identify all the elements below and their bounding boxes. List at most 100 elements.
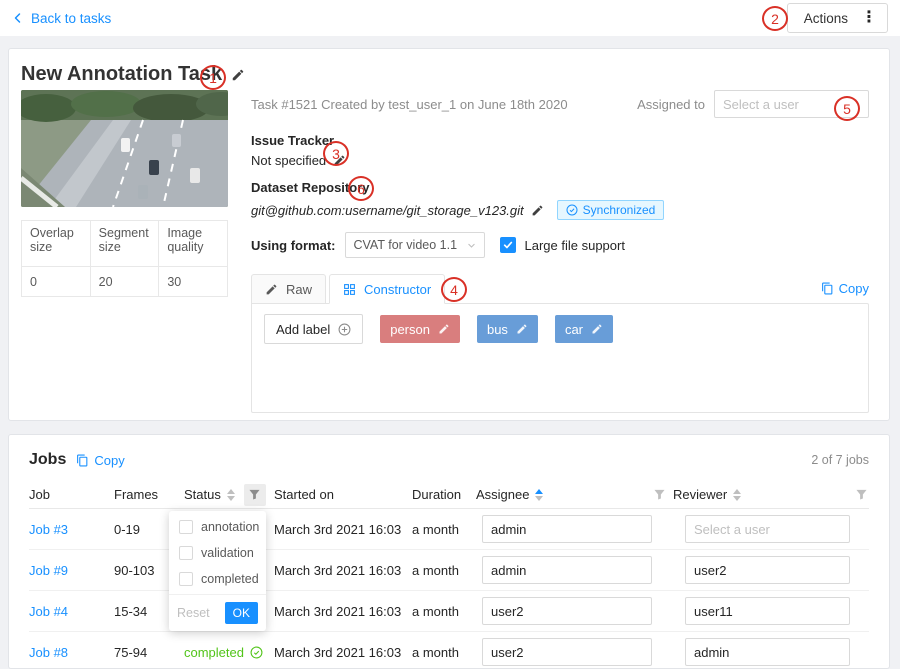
label-tag-car[interactable]: car bbox=[555, 315, 613, 343]
filter-option-validation[interactable]: validation bbox=[169, 540, 266, 566]
job-link[interactable]: Job #9 bbox=[29, 563, 68, 578]
assignee-input[interactable] bbox=[482, 515, 652, 543]
edit-label-icon[interactable] bbox=[591, 323, 603, 335]
reviewer-input[interactable] bbox=[685, 556, 850, 584]
param-value-segment: 20 bbox=[90, 267, 159, 297]
filter-reset-button[interactable]: Reset bbox=[177, 606, 210, 620]
duration-cell: a month bbox=[412, 604, 476, 619]
tab-raw-label: Raw bbox=[286, 282, 312, 297]
callout-2: 2 bbox=[762, 6, 788, 31]
label-tag-bus[interactable]: bus bbox=[477, 315, 538, 343]
task-preview-image bbox=[21, 90, 228, 207]
duration-cell: a month bbox=[412, 522, 476, 537]
column-header-started: Started on bbox=[274, 487, 412, 502]
param-header-overlap: Overlap size bbox=[22, 221, 91, 267]
callout-6: 6 bbox=[348, 176, 374, 201]
plus-circle-icon bbox=[338, 323, 351, 336]
assignee-input[interactable] bbox=[482, 597, 652, 625]
sync-status-label: Synchronized bbox=[583, 203, 656, 217]
reviewer-sort-icon[interactable] bbox=[733, 489, 741, 501]
duration-cell: a month bbox=[412, 645, 476, 660]
large-file-support-label: Large file support bbox=[525, 238, 625, 253]
chevron-down-icon bbox=[467, 241, 476, 250]
check-circle-icon bbox=[250, 646, 263, 659]
more-menu-icon: ⋮ bbox=[861, 10, 877, 26]
jobs-copy-button[interactable]: Copy bbox=[76, 453, 124, 468]
back-to-tasks-label: Back to tasks bbox=[31, 11, 111, 26]
column-header-duration: Duration bbox=[412, 487, 476, 502]
duration-cell: a month bbox=[412, 563, 476, 578]
job-link[interactable]: Job #3 bbox=[29, 522, 68, 537]
task-parameters-table: Overlap size Segment size Image quality … bbox=[21, 220, 228, 297]
edit-title-icon[interactable] bbox=[231, 68, 245, 82]
reviewer-input[interactable] bbox=[685, 638, 850, 666]
add-label-button[interactable]: Add label bbox=[264, 314, 363, 344]
column-header-job: Job bbox=[29, 487, 114, 502]
started-cell: March 3rd 2021 16:03 bbox=[274, 645, 412, 660]
task-title: New Annotation Task bbox=[21, 63, 222, 86]
edit-repository-icon[interactable] bbox=[531, 204, 544, 217]
filter-ok-button[interactable]: OK bbox=[225, 602, 258, 624]
grid-icon bbox=[343, 283, 356, 296]
param-header-quality: Image quality bbox=[159, 221, 228, 267]
column-header-frames: Frames bbox=[114, 487, 184, 502]
tab-raw[interactable]: Raw bbox=[251, 274, 326, 304]
task-meta: Task #1521 Created by test_user_1 on Jun… bbox=[251, 97, 568, 112]
job-link[interactable]: Job #8 bbox=[29, 645, 68, 660]
assigned-to-label: Assigned to bbox=[637, 97, 705, 112]
label-tag-person[interactable]: person bbox=[380, 315, 460, 343]
assignee-filter-icon[interactable] bbox=[654, 489, 665, 500]
reviewer-input[interactable] bbox=[685, 597, 850, 625]
callout-4: 4 bbox=[441, 277, 467, 302]
column-header-status: Status bbox=[184, 484, 274, 506]
large-file-support-checkbox[interactable] bbox=[500, 237, 516, 253]
using-format-label: Using format: bbox=[251, 238, 336, 253]
filter-option-completed[interactable]: completed bbox=[169, 566, 266, 592]
assignee-input[interactable] bbox=[482, 556, 652, 584]
status-completed-label: completed bbox=[184, 645, 244, 660]
dataset-repository-label: Dataset Repository bbox=[251, 180, 869, 195]
frames-cell: 75-94 bbox=[114, 645, 184, 660]
reviewer-input[interactable] bbox=[685, 515, 850, 543]
jobs-count: 2 of 7 jobs bbox=[811, 453, 869, 467]
callout-3: 3 bbox=[323, 141, 349, 166]
column-header-reviewer: Reviewer bbox=[673, 487, 869, 502]
started-cell: March 3rd 2021 16:03 bbox=[274, 522, 412, 537]
started-cell: March 3rd 2021 16:03 bbox=[274, 604, 412, 619]
checkbox-validation[interactable] bbox=[179, 546, 193, 560]
edit-label-icon[interactable] bbox=[516, 323, 528, 335]
reviewer-filter-icon[interactable] bbox=[856, 489, 867, 500]
back-to-tasks-link[interactable]: Back to tasks bbox=[12, 11, 111, 26]
status-cell: completed bbox=[184, 645, 274, 660]
sync-check-icon bbox=[566, 204, 578, 216]
table-row: Job #4 15-34 March 3rd 2021 16:03 a mont… bbox=[29, 591, 869, 632]
assignee-input[interactable] bbox=[482, 638, 652, 666]
edit-label-icon[interactable] bbox=[438, 323, 450, 335]
checkbox-annotation[interactable] bbox=[179, 520, 193, 534]
checkbox-completed[interactable] bbox=[179, 572, 193, 586]
labels-copy-button[interactable]: Copy bbox=[821, 281, 869, 296]
filter-option-annotation[interactable]: annotation bbox=[169, 514, 266, 540]
labels-constructor-panel: Add label person bus bbox=[251, 303, 869, 413]
status-filter-icon[interactable] bbox=[244, 484, 266, 506]
copy-icon bbox=[821, 282, 834, 295]
status-sort-icon[interactable] bbox=[227, 489, 235, 501]
param-header-segment: Segment size bbox=[90, 221, 159, 267]
actions-button[interactable]: Actions ⋮ bbox=[787, 3, 888, 33]
assignee-sort-icon[interactable] bbox=[535, 489, 543, 501]
table-row: Job #8 75-94 completed March 3rd 2021 16… bbox=[29, 632, 869, 669]
job-link[interactable]: Job #4 bbox=[29, 604, 68, 619]
status-filter-dropdown: annotation validation completed Reset OK bbox=[169, 511, 266, 631]
issue-tracker-value: Not specified bbox=[251, 153, 326, 168]
param-value-overlap: 0 bbox=[22, 267, 91, 297]
jobs-table-header: Job Frames Status Started on Duration As… bbox=[29, 481, 869, 509]
format-select-value: CVAT for video 1.1 bbox=[354, 238, 458, 252]
sync-status-badge: Synchronized bbox=[557, 200, 665, 220]
tab-constructor[interactable]: Constructor bbox=[329, 274, 445, 304]
task-details-card: New Annotation Task bbox=[8, 48, 890, 421]
copy-icon bbox=[76, 454, 89, 467]
label-tag-car-name: car bbox=[565, 322, 583, 337]
format-select[interactable]: CVAT for video 1.1 bbox=[345, 232, 485, 258]
actions-label: Actions bbox=[804, 11, 848, 26]
tab-constructor-label: Constructor bbox=[364, 282, 431, 297]
